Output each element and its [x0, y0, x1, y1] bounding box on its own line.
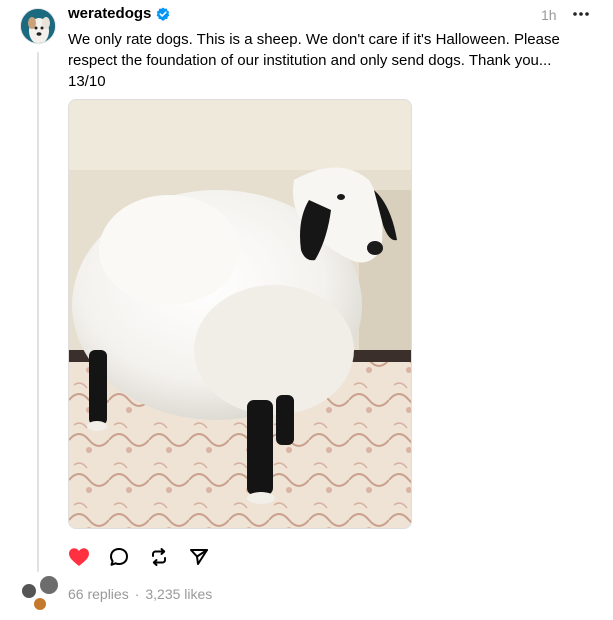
- post-text: We only rate dogs. This is a sheep. We d…: [68, 29, 568, 92]
- avatar[interactable]: [20, 8, 56, 44]
- post-header: weratedogs: [68, 5, 170, 22]
- like-button[interactable]: [68, 546, 90, 568]
- replies-count[interactable]: 66 replies: [68, 586, 129, 602]
- comment-icon: [110, 548, 128, 566]
- post-text-line: respect the foundation of our institutio…: [68, 52, 552, 69]
- heart-icon: [69, 548, 89, 566]
- avatar-dog-image: [21, 9, 55, 43]
- share-icon: [190, 549, 208, 565]
- post-time: 1h: [541, 7, 557, 23]
- username-link[interactable]: weratedogs: [68, 5, 151, 22]
- stats-separator: ·: [134, 586, 140, 602]
- verified-badge-icon: [156, 7, 170, 21]
- repost-icon: [152, 548, 166, 566]
- comment-button[interactable]: [108, 546, 130, 568]
- post-actions: [68, 546, 210, 568]
- post-image[interactable]: [68, 99, 412, 529]
- post-text-line: 13/10: [68, 73, 106, 90]
- repost-button[interactable]: [148, 546, 170, 568]
- share-button[interactable]: [188, 546, 210, 568]
- more-icon: [573, 12, 589, 16]
- reply-avatar[interactable]: [32, 596, 48, 612]
- post-stats: 66 replies · 3,235 likes: [68, 586, 212, 602]
- likes-count[interactable]: 3,235 likes: [145, 586, 212, 602]
- reply-avatars: [18, 574, 64, 616]
- more-options-button[interactable]: [569, 4, 593, 24]
- dog-in-sheep-costume-image: [69, 100, 411, 528]
- reply-avatar[interactable]: [38, 574, 60, 596]
- thread-line: [37, 52, 39, 572]
- post-text-line: We only rate dogs. This is a sheep. We d…: [68, 31, 560, 48]
